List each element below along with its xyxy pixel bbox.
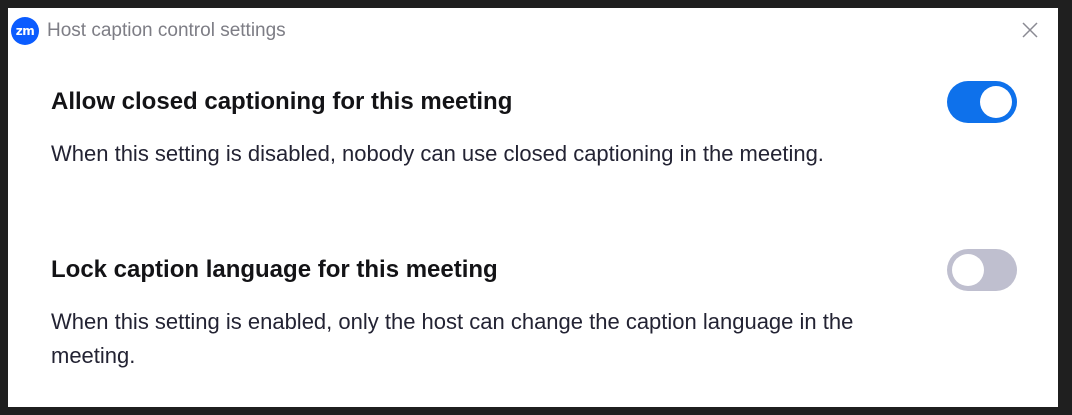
allow-closed-captioning-toggle[interactable] xyxy=(947,81,1017,123)
toggle-knob xyxy=(980,86,1012,118)
toggle-knob xyxy=(952,254,984,286)
setting-description: When this setting is disabled, nobody ca… xyxy=(51,141,824,166)
title-bar: zm Host caption control settings xyxy=(8,8,1058,52)
zoom-logo-icon: zm xyxy=(11,17,39,45)
close-button[interactable] xyxy=(1018,18,1042,42)
setting-title: Lock caption language for this meeting xyxy=(51,256,498,283)
lock-caption-language-toggle[interactable] xyxy=(947,249,1017,291)
host-caption-settings-window: zm Host caption control settings Allow c… xyxy=(8,8,1058,407)
close-icon xyxy=(1022,22,1038,38)
setting-description: When this setting is enabled, only the h… xyxy=(51,309,854,368)
setting-title: Allow closed captioning for this meeting xyxy=(51,88,513,115)
window-title: Host caption control settings xyxy=(47,20,286,41)
